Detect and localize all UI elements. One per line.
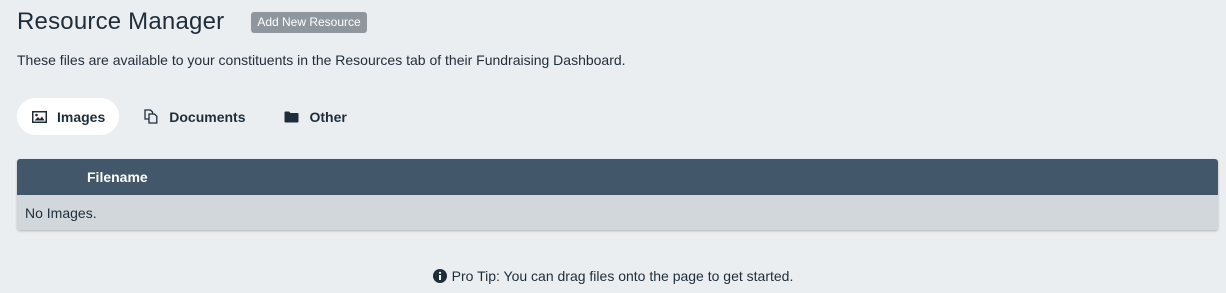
folder-icon — [283, 110, 299, 124]
pro-tip: Pro Tip: You can drag files onto the pag… — [0, 268, 1226, 284]
table-header: Filename — [17, 159, 1218, 195]
column-header-filename[interactable]: Filename — [87, 169, 148, 185]
tab-other[interactable]: Other — [269, 98, 360, 135]
tab-other-label: Other — [309, 108, 347, 125]
pro-tip-text: Pro Tip: You can drag files onto the pag… — [451, 268, 794, 284]
add-new-resource-button[interactable]: Add New Resource — [251, 11, 367, 33]
table-empty-row: No Images. — [17, 195, 1218, 230]
documents-icon — [143, 109, 159, 124]
image-icon — [31, 110, 47, 124]
page-header: Resource Manager Add New Resource — [17, 8, 367, 36]
tab-documents-label: Documents — [169, 108, 246, 125]
tab-documents[interactable]: Documents — [129, 98, 259, 135]
page-description: These files are available to your consti… — [17, 52, 626, 68]
resource-tabs: Images Documents Other — [17, 98, 361, 135]
tab-images-label: Images — [57, 108, 106, 125]
resources-table: Filename No Images. — [17, 159, 1218, 230]
info-icon — [432, 269, 447, 283]
page-title: Resource Manager — [17, 8, 225, 35]
tab-images[interactable]: Images — [17, 98, 120, 135]
